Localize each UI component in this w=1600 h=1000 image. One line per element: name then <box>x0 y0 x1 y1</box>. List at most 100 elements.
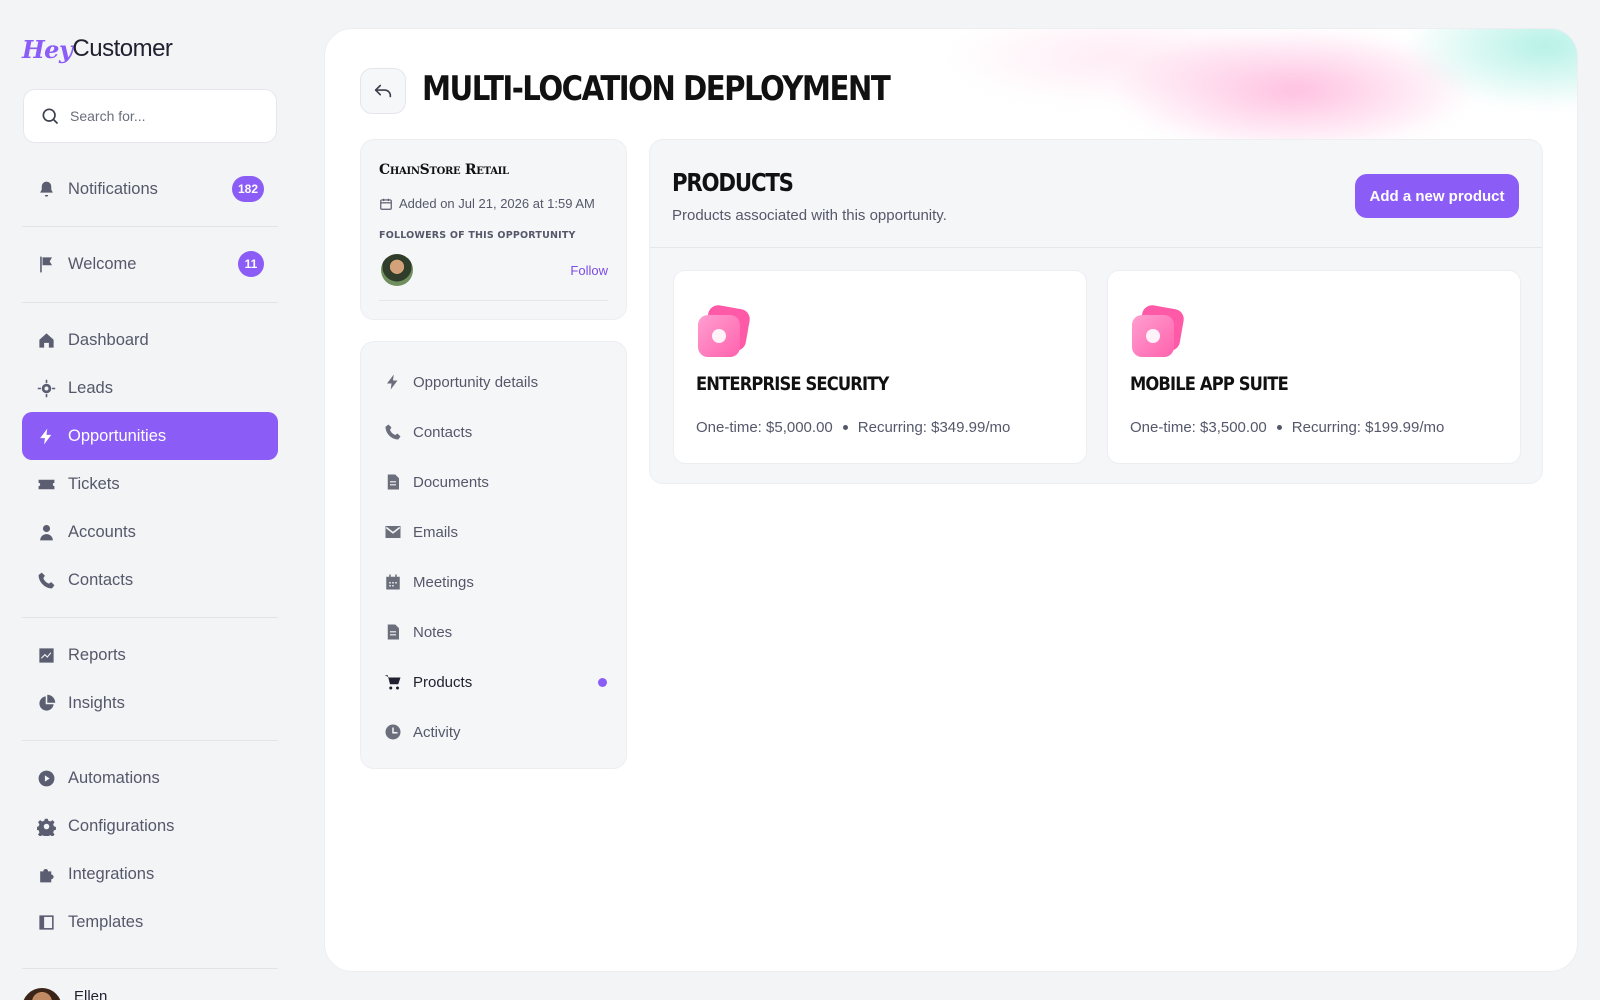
recurring-price: Recurring: $349.99/mo <box>857 419 1011 436</box>
added-date-text: Added on Jul 21, 2026 at 1:59 AM <box>399 196 595 211</box>
sidebar-item-label: Insights <box>68 693 125 712</box>
sidebar-item-leads[interactable]: Leads <box>22 364 278 412</box>
menu-item-opportunity-details[interactable]: Opportunity details <box>383 366 607 398</box>
main-panel: Multi-location Deployment ChainStore Ret… <box>324 28 1578 972</box>
back-button[interactable] <box>360 68 406 114</box>
document-icon <box>383 472 403 492</box>
sidebar-item-dashboard[interactable]: Dashboard <box>22 316 278 364</box>
follower-avatar[interactable] <box>381 254 413 286</box>
sidebar-item-reports[interactable]: Reports <box>22 631 278 679</box>
added-date: Added on Jul 21, 2026 at 1:59 AM <box>379 196 595 211</box>
menu-item-label: Activity <box>413 723 461 741</box>
sidebar-item-contacts[interactable]: Contacts <box>22 556 278 604</box>
sidebar-item-label: Welcome <box>68 254 137 273</box>
menu-item-products[interactable]: Products <box>383 666 607 698</box>
logo-customer: Customer <box>72 35 173 62</box>
sidebar-item-label: Leads <box>68 378 113 397</box>
sidebar-item-label: Reports <box>68 645 126 664</box>
sidebar-item-label: Contacts <box>68 570 134 589</box>
calendar-icon <box>383 572 403 592</box>
sidebar-item-tickets[interactable]: Tickets <box>22 460 278 508</box>
add-product-button[interactable]: Add a new product <box>1355 174 1519 218</box>
active-indicator-dot <box>598 678 607 687</box>
products-subtitle: Products associated with this opportunit… <box>672 207 947 224</box>
sidebar-item-automations[interactable]: Automations <box>22 754 278 802</box>
menu-item-emails[interactable]: Emails <box>383 516 607 548</box>
company-name[interactable]: ChainStore Retail <box>379 162 509 178</box>
products-title: Products <box>672 168 794 197</box>
card-divider <box>379 300 608 301</box>
sidebar-item-label: Accounts <box>68 522 136 541</box>
menu-item-meetings[interactable]: Meetings <box>383 566 607 598</box>
avatar <box>22 988 62 1000</box>
menu-item-notes[interactable]: Notes <box>383 616 607 648</box>
products-panel: Products Products associated with this o… <box>649 139 1543 484</box>
phone-icon <box>383 422 403 442</box>
puzzle-icon <box>36 864 56 884</box>
welcome-count-badge: 11 <box>238 251 264 277</box>
user-profile[interactable]: Ellen <box>22 988 107 1000</box>
menu-item-activity[interactable]: Activity <box>383 716 607 748</box>
separator-dot <box>1276 425 1282 430</box>
bell-icon <box>36 179 56 199</box>
home-icon <box>36 330 56 350</box>
sidebar-item-label: Templates <box>68 912 144 931</box>
product-card[interactable]: Mobile App Suite One-time: $3,500.00 Rec… <box>1107 270 1521 464</box>
sidebar-divider <box>22 968 278 969</box>
sidebar-item-label: Tickets <box>68 474 120 493</box>
product-pricing: One-time: $5,000.00 Recurring: $349.99/m… <box>696 419 1010 436</box>
sidebar-item-label: Automations <box>68 768 160 787</box>
sidebar-item-label: Dashboard <box>68 330 149 349</box>
note-icon <box>383 622 403 642</box>
product-name: Mobile App Suite <box>1130 373 1289 395</box>
sidebar-item-accounts[interactable]: Accounts <box>22 508 278 556</box>
calendar-icon <box>380 198 392 210</box>
opportunity-section-menu: Opportunity details Contacts Documents E… <box>360 341 627 769</box>
follow-link[interactable]: Follow <box>570 263 608 278</box>
sidebar-item-opportunities[interactable]: Opportunities <box>22 412 278 460</box>
brand-logo[interactable]: Hey Customer <box>22 30 173 68</box>
product-name: Enterprise Security <box>696 373 889 395</box>
sidebar-item-notifications[interactable]: Notifications 182 <box>22 165 278 213</box>
sidebar-item-insights[interactable]: Insights <box>22 679 278 727</box>
user-name: Ellen <box>74 988 108 1000</box>
sidebar: HeyCustomer Notifications 182 Welcome 11… <box>0 0 300 1000</box>
target-icon <box>36 378 56 398</box>
search-input[interactable] <box>70 108 260 124</box>
sidebar-item-label: Opportunities <box>68 426 167 445</box>
sidebar-item-label: Notifications <box>68 179 158 198</box>
sidebar-item-welcome[interactable]: Welcome 11 <box>22 240 278 288</box>
menu-item-contacts[interactable]: Contacts <box>383 416 607 448</box>
sidebar-item-configurations[interactable]: Configurations <box>22 802 278 850</box>
sidebar-divider <box>22 302 278 303</box>
clock-icon <box>383 722 403 742</box>
menu-item-label: Emails <box>413 523 459 541</box>
sidebar-divider <box>22 740 278 741</box>
page-title: Multi-location Deployment <box>422 69 891 109</box>
logo-hey: Hey <box>22 34 73 64</box>
search-box[interactable] <box>23 89 277 143</box>
pie-icon <box>36 693 56 713</box>
bolt-icon <box>36 426 56 446</box>
sidebar-item-integrations[interactable]: Integrations <box>22 850 278 898</box>
sidebar-item-templates[interactable]: Templates <box>22 898 278 946</box>
user-icon <box>36 522 56 542</box>
product-icon <box>1130 303 1186 359</box>
notification-count-badge: 182 <box>231 176 264 202</box>
menu-item-label: Opportunity details <box>413 373 539 391</box>
sidebar-item-label: Integrations <box>68 864 155 883</box>
play-icon <box>36 768 56 788</box>
ticket-icon <box>36 474 56 494</box>
bolt-icon <box>383 372 403 392</box>
menu-item-label: Products <box>413 673 473 691</box>
menu-item-label: Documents <box>413 473 489 491</box>
flag-icon <box>36 254 56 274</box>
one-time-price: One-time: $3,500.00 <box>1130 419 1267 436</box>
gear-icon <box>36 816 56 836</box>
menu-item-documents[interactable]: Documents <box>383 466 607 498</box>
product-icon <box>696 303 752 359</box>
sidebar-divider <box>22 617 278 618</box>
menu-item-label: Notes <box>413 623 453 641</box>
mail-icon <box>383 522 403 542</box>
product-card[interactable]: Enterprise Security One-time: $5,000.00 … <box>673 270 1087 464</box>
